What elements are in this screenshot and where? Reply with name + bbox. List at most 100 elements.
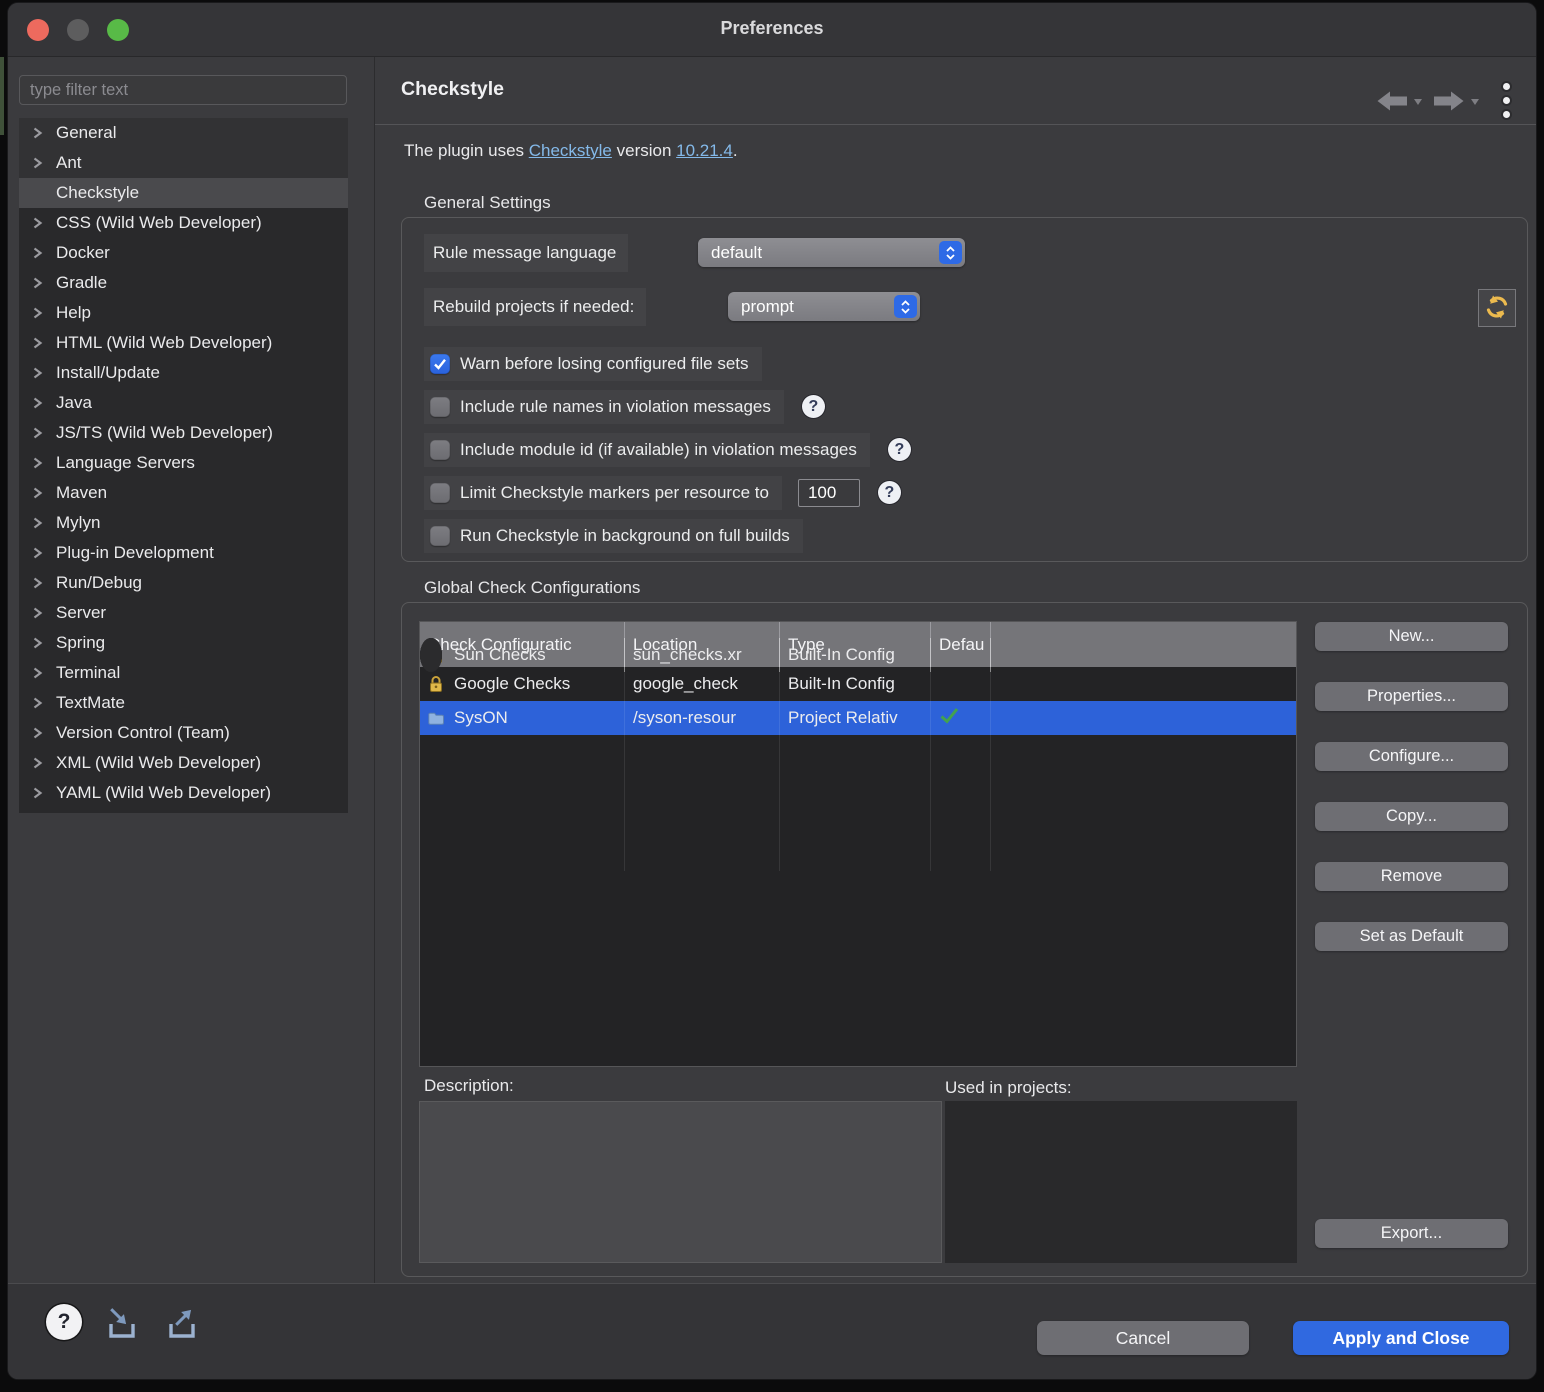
chevron-right-icon[interactable] <box>32 276 43 290</box>
sidebar-item-plug-in-development[interactable]: Plug-in Development <box>19 538 348 568</box>
sidebar-item-css-wild-web-developer[interactable]: CSS (Wild Web Developer) <box>19 208 348 238</box>
sidebar-item-run-debug[interactable]: Run/Debug <box>19 568 348 598</box>
checkbox-unchecked[interactable] <box>430 397 450 417</box>
sidebar-item-spring[interactable]: Spring <box>19 628 348 658</box>
chevron-right-icon[interactable] <box>32 126 43 140</box>
checkbox-unchecked[interactable] <box>430 483 450 503</box>
table-row-empty <box>420 769 1296 803</box>
sidebar-item-general[interactable]: General <box>19 118 348 148</box>
chevron-right-icon[interactable] <box>32 546 43 560</box>
sidebar-item-docker[interactable]: Docker <box>19 238 348 268</box>
configure-button[interactable]: Configure... <box>1315 742 1508 771</box>
rule-message-language-select[interactable]: default <box>698 238 965 267</box>
sidebar-item-checkstyle[interactable]: Checkstyle <box>19 178 348 208</box>
sidebar-item-label: Help <box>56 303 91 323</box>
export-button[interactable]: Export... <box>1315 1219 1508 1248</box>
sidebar-item-label: General <box>56 123 116 143</box>
back-icon[interactable] <box>1375 89 1409 113</box>
new-button[interactable]: New... <box>1315 622 1508 651</box>
copy-button[interactable]: Copy... <box>1315 802 1508 831</box>
sidebar-item-label: Ant <box>56 153 82 173</box>
chevron-right-icon[interactable] <box>32 516 43 530</box>
properties-button[interactable]: Properties... <box>1315 682 1508 711</box>
checkbox-unchecked[interactable] <box>430 526 450 546</box>
sidebar-item-maven[interactable]: Maven <box>19 478 348 508</box>
config-spacer <box>991 837 1296 871</box>
chevron-right-icon[interactable] <box>32 426 43 440</box>
marker-limit-input[interactable] <box>798 479 860 507</box>
chevron-right-icon[interactable] <box>32 246 43 260</box>
chevron-right-icon[interactable] <box>32 336 43 350</box>
checkbox-row: Include rule names in violation messages <box>424 390 784 424</box>
sidebar-item-label: Run/Debug <box>56 573 142 593</box>
sidebar-item-mylyn[interactable]: Mylyn <box>19 508 348 538</box>
checkbox-checked[interactable] <box>430 354 450 374</box>
checkbox-list: Warn before losing configured file setsI… <box>424 342 911 557</box>
sidebar-item-yaml-wild-web-developer[interactable]: YAML (Wild Web Developer) <box>19 778 348 808</box>
chevron-right-icon[interactable] <box>32 366 43 380</box>
sidebar-item-js-ts-wild-web-developer[interactable]: JS/TS (Wild Web Developer) <box>19 418 348 448</box>
set-as-default-button[interactable]: Set as Default <box>1315 922 1508 951</box>
table-row-syson[interactable]: SysON/syson-resourProject Relativ <box>420 701 1296 735</box>
checkbox-label: Include module id (if available) in viol… <box>460 440 857 460</box>
config-type: Project Relativ <box>780 701 931 735</box>
checkstyle-link[interactable]: Checkstyle <box>529 141 612 160</box>
sidebar-item-install-update[interactable]: Install/Update <box>19 358 348 388</box>
table-row-google-checks[interactable]: Google Checksgoogle_checkBuilt-In Config <box>420 667 1296 701</box>
sidebar-item-html-wild-web-developer[interactable]: HTML (Wild Web Developer) <box>19 328 348 358</box>
chevron-right-icon[interactable] <box>32 306 43 320</box>
sidebar-item-version-control-team[interactable]: Version Control (Team) <box>19 718 348 748</box>
export-preferences-icon[interactable] <box>163 1308 201 1342</box>
sidebar-item-java[interactable]: Java <box>19 388 348 418</box>
rebuild-projects-label: Rebuild projects if needed: <box>433 297 634 317</box>
chevron-right-icon[interactable] <box>32 396 43 410</box>
sidebar-item-server[interactable]: Server <box>19 598 348 628</box>
sidebar-item-ant[interactable]: Ant <box>19 148 348 178</box>
sidebar-item-label: Checkstyle <box>56 183 139 203</box>
config-default <box>931 667 991 672</box>
chevron-right-icon[interactable] <box>32 636 43 650</box>
forward-icon[interactable] <box>1432 89 1466 113</box>
import-preferences-icon[interactable] <box>103 1308 141 1342</box>
screen: Preferences GeneralAntCheckstyleCSS (Wil… <box>0 0 1544 1392</box>
chevron-right-icon[interactable] <box>32 786 43 800</box>
sidebar-item-terminal[interactable]: Terminal <box>19 658 348 688</box>
sidebar-item-gradle[interactable]: Gradle <box>19 268 348 298</box>
sidebar-item-language-servers[interactable]: Language Servers <box>19 448 348 478</box>
chevron-right-icon[interactable] <box>32 156 43 170</box>
apply-and-close-button[interactable]: Apply and Close <box>1293 1321 1509 1355</box>
sidebar-item-xml-wild-web-developer[interactable]: XML (Wild Web Developer) <box>19 748 348 778</box>
config-default <box>931 701 991 735</box>
description-box <box>419 1101 942 1263</box>
checkbox-unchecked[interactable] <box>430 440 450 460</box>
chevron-right-icon[interactable] <box>32 696 43 710</box>
chevron-right-icon[interactable] <box>32 486 43 500</box>
help-icon[interactable]: ? <box>888 438 911 461</box>
filter-input[interactable] <box>19 75 347 105</box>
chevron-right-icon[interactable] <box>32 666 43 680</box>
help-icon[interactable]: ? <box>878 481 901 504</box>
help-icon[interactable]: ? <box>46 1304 82 1340</box>
refresh-button[interactable] <box>1478 289 1516 327</box>
configurations-table: Check ConfiguraticLocationTypeDefau Goog… <box>419 621 1297 1067</box>
remove-button[interactable]: Remove <box>1315 862 1508 891</box>
version-link[interactable]: 10.21.4 <box>676 141 733 160</box>
chevron-right-icon[interactable] <box>32 756 43 770</box>
chevron-right-icon[interactable] <box>32 456 43 470</box>
sidebar-item-label: Plug-in Development <box>56 543 214 563</box>
chevron-right-icon[interactable] <box>32 576 43 590</box>
rebuild-projects-select[interactable]: prompt <box>728 292 920 321</box>
forward-menu-chevron-icon[interactable] <box>1471 99 1479 105</box>
chevron-right-icon[interactable] <box>32 606 43 620</box>
chevron-right-icon[interactable] <box>32 216 43 230</box>
sidebar-item-textmate[interactable]: TextMate <box>19 688 348 718</box>
cancel-button[interactable]: Cancel <box>1037 1321 1249 1355</box>
sidebar-item-help[interactable]: Help <box>19 298 348 328</box>
view-menu-icon[interactable] <box>1501 81 1512 120</box>
table-body: Google Checksgoogle_checkBuilt-In Config… <box>420 667 1296 1066</box>
config-spacer <box>991 667 999 672</box>
back-menu-chevron-icon[interactable] <box>1414 99 1422 105</box>
chevron-right-icon[interactable] <box>32 726 43 740</box>
help-icon[interactable]: ? <box>802 395 825 418</box>
general-settings-label: General Settings <box>424 193 551 213</box>
